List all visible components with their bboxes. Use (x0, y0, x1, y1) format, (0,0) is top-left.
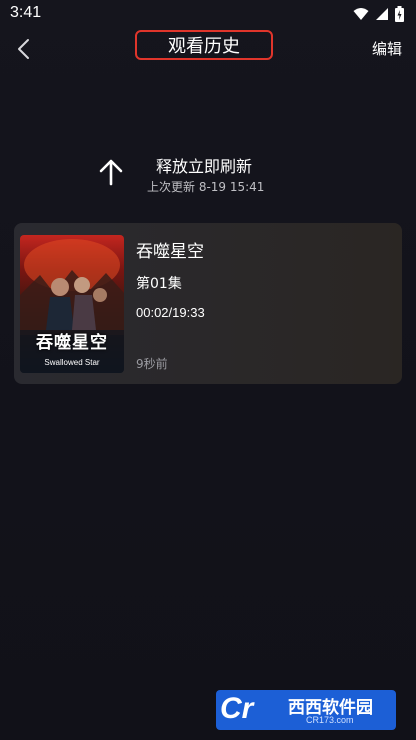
chevron-left-icon (18, 39, 29, 59)
watermark-domain: CR173.com (306, 715, 354, 725)
nav-bar: 观看历史 编辑 (0, 28, 416, 72)
status-time: 3:41 (10, 4, 42, 21)
signal-icon (376, 8, 388, 20)
page-title-text: 观看历史 (168, 36, 240, 57)
refresh-last-updated: 上次更新 8-19 15:41 (147, 180, 265, 194)
poster-image: 吞噬星空 Swallowed Star (20, 235, 124, 373)
status-bar: 3:41 (0, 0, 416, 28)
refresh-status-text: 释放立即刷新 (156, 157, 253, 176)
video-title: 吞噬星空 (136, 242, 204, 262)
status-icons (353, 6, 404, 22)
episode-label: 第01集 (136, 276, 182, 292)
watched-time-ago: 9秒前 (136, 357, 168, 371)
watermark-logo: Cr 西西软件园 CR173.com (216, 690, 396, 730)
poster-title: 吞噬星空 (36, 333, 108, 353)
battery-icon (395, 6, 404, 22)
poster-subtitle: Swallowed Star (44, 358, 100, 367)
watermark-mark: Cr (220, 692, 254, 725)
watch-progress: 00:02/19:33 (136, 305, 205, 320)
history-item[interactable]: 吞噬星空 Swallowed Star 吞噬星空 第01集 00:02/19:3… (14, 223, 402, 384)
pull-to-refresh-indicator: 释放立即刷新 上次更新 8-19 15:41 (0, 150, 416, 196)
arrow-up-icon (99, 159, 123, 186)
page-title: 观看历史 (135, 30, 273, 60)
edit-button[interactable]: 编辑 (372, 38, 402, 59)
back-button[interactable] (10, 34, 38, 64)
wifi-icon (353, 8, 369, 20)
